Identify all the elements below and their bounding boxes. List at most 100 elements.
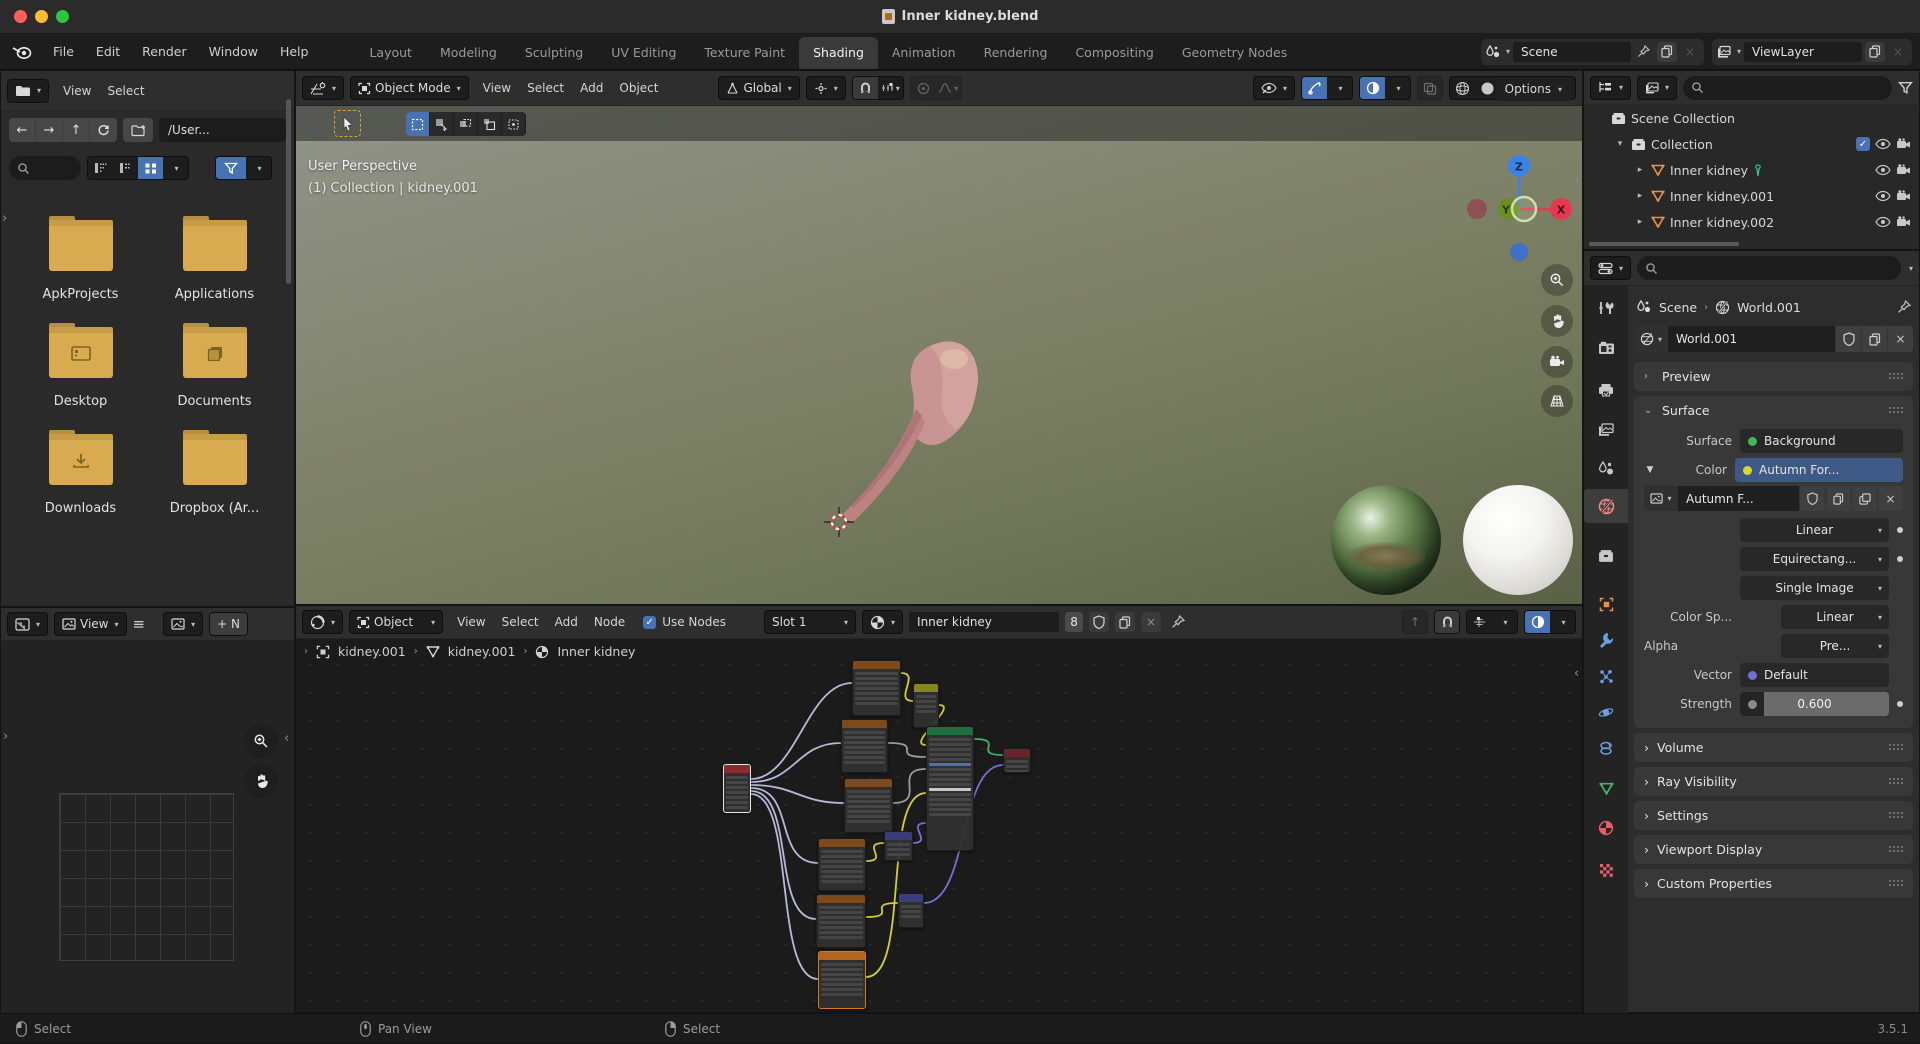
node-snap-dropdown[interactable]: ▾ [1492,611,1517,633]
shader-node-texture[interactable] [852,660,901,716]
material-users-count[interactable]: 8 [1065,612,1084,632]
select-lasso-tool[interactable] [478,112,502,136]
hamburger-menu-icon[interactable]: ≡ [133,615,146,633]
material-icon-dropdown[interactable]: ▾ [862,610,904,634]
shader-node-vector[interactable] [898,893,924,928]
sidebar-expand-arrow[interactable]: ‹ [1574,173,1579,188]
shader-node-color[interactable] [913,683,939,728]
zoom-window-button[interactable] [56,10,69,23]
pack-image-button[interactable] [1851,486,1877,511]
unlink-world-button[interactable]: × [1887,326,1913,352]
tab-texture-paint[interactable]: Texture Paint [690,37,799,69]
panel-drag-handle[interactable] [1888,811,1905,820]
display-vertical-list-button[interactable] [88,157,113,179]
expand-arrow[interactable]: ▸ [1634,165,1646,175]
use-nodes-toggle[interactable]: ✓ Use Nodes [643,615,726,629]
shader-node-input[interactable] [723,764,751,813]
node-snap-grid-icon[interactable] [1467,611,1492,633]
alpha-dropdown[interactable]: Pre... ▾ [1781,634,1889,658]
eye-toggle-icon[interactable] [1875,164,1891,176]
viewport-3d[interactable]: ▾ Object Mode ▾ View Select Add Object Globa… [295,70,1583,605]
snap-settings-dropdown[interactable]: ▾ [878,77,903,99]
panel-expand-arrow[interactable]: › [3,729,8,744]
tab-uv-editing[interactable]: UV Editing [597,37,690,69]
expand-arrow[interactable]: ▾ [1614,139,1626,149]
material-slot-dropdown[interactable]: Slot 1 ▾ [764,610,857,634]
tab-animation[interactable]: Animation [878,37,970,69]
properties-tab-scene[interactable] [1584,451,1628,485]
editor-type-selector[interactable]: ▾ [1590,75,1632,100]
overlays-dropdown[interactable]: ▾ [1385,77,1410,99]
editor-type-selector[interactable]: ▾ [7,78,50,103]
display-thumbnails-button[interactable] [138,157,163,179]
panel-drag-handle[interactable] [1888,406,1905,415]
viewport-options-button[interactable]: Options ▾ [1494,77,1572,101]
file-browser-scrollbar[interactable] [286,99,291,284]
outliner-search-input[interactable] [1683,75,1892,100]
unlink-material-button[interactable]: × [1141,612,1162,632]
fake-user-shield-button[interactable] [1799,486,1825,511]
gizmo-dropdown[interactable]: ▾ [1327,77,1352,99]
image-icon-dropdown[interactable]: ▾ [1644,486,1678,511]
filter-dropdown[interactable]: ▾ [246,157,271,179]
sidebar-expand-arrow[interactable]: ‹ [1574,666,1579,681]
folder-item-downloads[interactable]: Downloads [22,430,140,516]
proportional-editing-toggle[interactable] [911,77,936,99]
scene-icon[interactable] [1485,44,1501,59]
breadcrumb-item[interactable]: kidney.001 [448,644,516,659]
select-box-tool[interactable] [406,112,430,136]
keyframe-dot[interactable] [1897,701,1903,707]
mode-dropdown[interactable]: Object Mode ▾ [350,76,469,100]
folder-item-apkprojects[interactable]: ApkProjects [22,216,140,302]
zoom-tool-button[interactable] [244,724,278,758]
shader-node-vector[interactable] [884,831,913,861]
visibility-dropdown[interactable]: ▾ [1252,76,1295,100]
pan-tool-button[interactable] [244,764,278,798]
properties-tab-output[interactable] [1584,373,1628,407]
panel-drag-handle[interactable] [1888,372,1905,381]
image-name-field[interactable]: Autumn F... [1678,486,1799,511]
delete-viewlayer-button[interactable]: × [1888,42,1908,62]
properties-options-dropdown[interactable]: ▾ [1909,264,1913,273]
pin-icon[interactable] [1171,615,1186,629]
properties-tab-object[interactable] [1584,587,1628,621]
copy-image-button[interactable] [1825,486,1851,511]
transform-orientation-dropdown[interactable]: Global ▾ [718,76,800,100]
tab-geometry-nodes[interactable]: Geometry Nodes [1168,37,1301,69]
properties-tab-render[interactable] [1584,331,1628,365]
shader-node-texture[interactable] [844,778,893,833]
panel-ray-visibility[interactable]: › Ray Visibility [1634,767,1913,796]
menu-edit[interactable]: Edit [85,44,131,59]
editor-type-selector[interactable]: ▾ [302,76,345,100]
world-name-field[interactable]: World.001 [1668,326,1835,352]
breadcrumb-item[interactable]: kidney.001 [338,644,406,659]
outliner-row-inner-kidney-001[interactable]: ▸ Inner kidney.001 [1584,183,1919,209]
viewport-pan-button[interactable] [1541,305,1573,337]
editor-type-selector[interactable]: ▾ [302,610,344,634]
shading-wireframe-button[interactable] [1450,77,1475,99]
fake-user-shield-button[interactable] [1835,326,1861,352]
properties-tab-world[interactable] [1584,489,1628,523]
select-mode-dropdown[interactable] [502,112,526,136]
interpolation-dropdown[interactable]: Linear ▾ [1740,518,1889,542]
menu-file[interactable]: File [42,44,85,59]
tab-layout[interactable]: Layout [355,37,426,69]
properties-tab-modifiers[interactable] [1584,623,1628,657]
unlink-image-button[interactable]: × [1877,486,1903,511]
chevron-down-icon[interactable]: ▾ [1506,47,1510,56]
shader-node-texture[interactable] [816,894,866,948]
select-tweak-tool[interactable] [430,112,454,136]
strength-slider[interactable]: 0.600 [1740,692,1889,716]
go-to-parent-node-button[interactable]: ↑ [1402,610,1428,634]
viewport-camera-button[interactable] [1541,346,1573,378]
viewport-menu-object[interactable]: Object [611,81,666,95]
file-search-input[interactable] [9,156,81,180]
keyframe-dot[interactable] [1897,527,1903,533]
panel-drag-handle[interactable] [1888,845,1905,854]
delete-scene-button[interactable]: × [1680,42,1700,62]
world-icon-dropdown[interactable]: ▾ [1634,326,1668,352]
shader-node-texture[interactable] [841,719,888,773]
file-menu-view[interactable]: View [55,84,99,98]
properties-tab-data[interactable] [1584,771,1628,805]
chevron-down-icon[interactable]: ▾ [1737,47,1741,56]
